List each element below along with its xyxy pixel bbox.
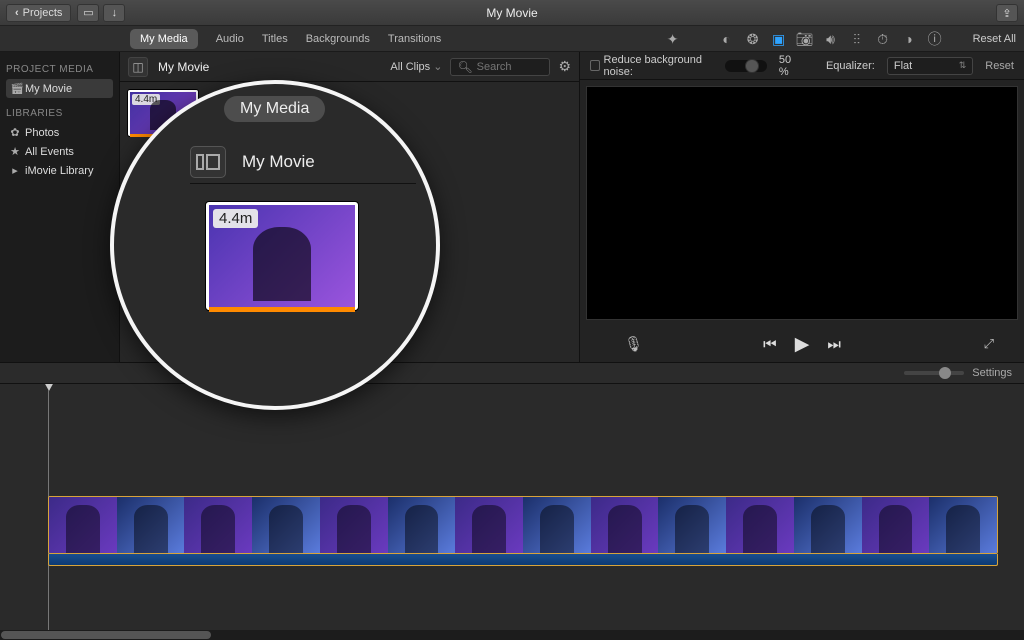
timeline-thumb xyxy=(929,497,997,553)
color-balance-icon[interactable]: ◐ xyxy=(719,31,735,47)
window-title: My Movie xyxy=(0,6,1024,20)
mic-icon[interactable]: 🎙︎ xyxy=(624,335,643,353)
sidebar-item-all-events[interactable]: ★ All Events xyxy=(6,142,113,161)
speed-icon[interactable]: ⏱︎ xyxy=(875,31,891,47)
prev-button[interactable]: ⏮︎ xyxy=(763,336,777,353)
tab-titles[interactable]: Titles xyxy=(262,33,288,45)
sidebar-item-label: Photos xyxy=(25,127,59,139)
timeline-thumb xyxy=(117,497,185,553)
clip-filter-dropdown[interactable]: All Clips xyxy=(390,60,442,73)
tab-transitions[interactable]: Transitions xyxy=(388,33,441,45)
tab-backgrounds[interactable]: Backgrounds xyxy=(306,33,370,45)
view-toggle-button[interactable]: ▭ xyxy=(77,4,99,22)
audio-controls-bar: Reduce background noise: 50 % Equalizer:… xyxy=(580,52,1024,80)
fullscreen-button[interactable]: ⤢ xyxy=(984,336,994,352)
project-media-heading: PROJECT MEDIA xyxy=(6,64,113,75)
timeline-thumb xyxy=(320,497,388,553)
mag-clip-duration: 4.4m xyxy=(213,209,258,228)
clapper-icon: 🎬︎ xyxy=(10,82,20,95)
play-button[interactable]: ▶ xyxy=(795,333,810,356)
timeline-thumb xyxy=(252,497,320,553)
browser-title: My Movie xyxy=(158,60,209,74)
sidebar: PROJECT MEDIA 🎬︎ My Movie LIBRARIES ✿ Ph… xyxy=(0,52,120,362)
triangle-icon: ▸ xyxy=(10,164,20,177)
mag-filmstrip-icon xyxy=(190,146,226,178)
timeline-thumb xyxy=(726,497,794,553)
timeline-thumb xyxy=(794,497,862,553)
share-button[interactable]: ⇪ xyxy=(996,4,1018,22)
transport-bar: 🎙︎ ⏮︎ ▶ ⏭︎ ⤢ xyxy=(580,326,1024,362)
flower-icon: ✿ xyxy=(10,126,20,139)
sidebar-item-label: iMovie Library xyxy=(25,165,93,177)
equalizer-label: Equalizer: xyxy=(826,60,875,72)
camera-icon[interactable]: 📷︎ xyxy=(797,31,813,47)
sidebar-item-photos[interactable]: ✿ Photos xyxy=(6,123,113,142)
tab-audio[interactable]: Audio xyxy=(216,33,244,45)
clip-filter-icon[interactable]: ◑ xyxy=(901,31,917,47)
import-button[interactable]: ↓ xyxy=(103,4,125,22)
viewer-pane: Reduce background noise: 50 % Equalizer:… xyxy=(579,52,1024,362)
browser-settings-button[interactable]: ⚙︎ xyxy=(558,58,571,75)
search-icon: 🔍︎ xyxy=(457,60,472,74)
titlebar: Projects ▭ ↓ My Movie ⇪ xyxy=(0,0,1024,26)
preview-canvas xyxy=(586,86,1018,320)
timeline-clip[interactable] xyxy=(48,496,998,554)
sidebar-project-item[interactable]: 🎬︎ My Movie xyxy=(6,79,113,98)
info-icon[interactable]: ⓘ xyxy=(927,31,943,47)
toolbar: My Media Audio Titles Backgrounds Transi… xyxy=(0,26,1024,52)
back-projects-button[interactable]: Projects xyxy=(6,4,71,22)
wand-icon[interactable]: ✦ xyxy=(665,31,681,47)
timeline-clip-audio[interactable] xyxy=(48,554,998,566)
timeline-thumb xyxy=(455,497,523,553)
timeline-thumb xyxy=(523,497,591,553)
browser-header: ◫ My Movie All Clips 🔍︎ ⚙︎ xyxy=(120,52,579,82)
audio-reset-button[interactable]: Reset xyxy=(985,60,1014,72)
adjust-toolbar: ✦ ◐ ❂ ▣ 📷︎ 🔊︎ ⫶⫶ ⏱︎ ◑ ⓘ Reset All xyxy=(665,26,1016,52)
libraries-heading: LIBRARIES xyxy=(6,108,113,119)
mag-browser-title: My Movie xyxy=(242,152,315,172)
reset-all-button[interactable]: Reset All xyxy=(973,33,1016,45)
mag-tab-my-media: My Media xyxy=(224,96,325,122)
noise-value: 50 % xyxy=(779,54,800,78)
sidebar-item-library[interactable]: ▸ iMovie Library xyxy=(6,161,113,180)
media-tabs: My Media xyxy=(130,29,198,49)
mag-media-clip: 4.4m xyxy=(206,202,358,310)
timeline-settings-button[interactable]: Settings xyxy=(972,367,1012,379)
sidebar-project-label: My Movie xyxy=(25,83,72,95)
zoom-slider[interactable] xyxy=(904,371,964,375)
tab-my-media[interactable]: My Media xyxy=(130,29,198,49)
crop-icon[interactable]: ▣ xyxy=(771,31,787,47)
magnifier-overlay: My Media My Movie 4.4m xyxy=(110,80,440,410)
star-icon: ★ xyxy=(10,145,20,158)
timeline-thumb xyxy=(388,497,456,553)
timeline-thumb xyxy=(862,497,930,553)
playhead-marker[interactable] xyxy=(44,384,54,391)
horizontal-scrollbar[interactable] xyxy=(0,630,1024,640)
noise-icon[interactable]: ⫶⫶ xyxy=(849,31,865,47)
next-button[interactable]: ⏭︎ xyxy=(827,336,841,353)
search-field[interactable]: 🔍︎ xyxy=(450,58,550,76)
noise-slider[interactable] xyxy=(725,60,767,72)
volume-icon[interactable]: 🔊︎ xyxy=(823,31,839,47)
timeline-thumb xyxy=(184,497,252,553)
filmstrip-toggle-button[interactable]: ◫ xyxy=(128,57,148,77)
sidebar-item-label: All Events xyxy=(25,146,74,158)
reduce-noise-label: Reduce background noise: xyxy=(604,54,713,78)
reduce-noise-checkbox[interactable] xyxy=(590,60,600,71)
color-wheel-icon[interactable]: ❂ xyxy=(745,31,761,47)
search-input[interactable] xyxy=(477,61,547,73)
timeline-thumb xyxy=(658,497,726,553)
timeline[interactable] xyxy=(0,384,1024,630)
timeline-thumb xyxy=(49,497,117,553)
equalizer-select[interactable]: Flat xyxy=(887,57,973,75)
timeline-thumb xyxy=(591,497,659,553)
